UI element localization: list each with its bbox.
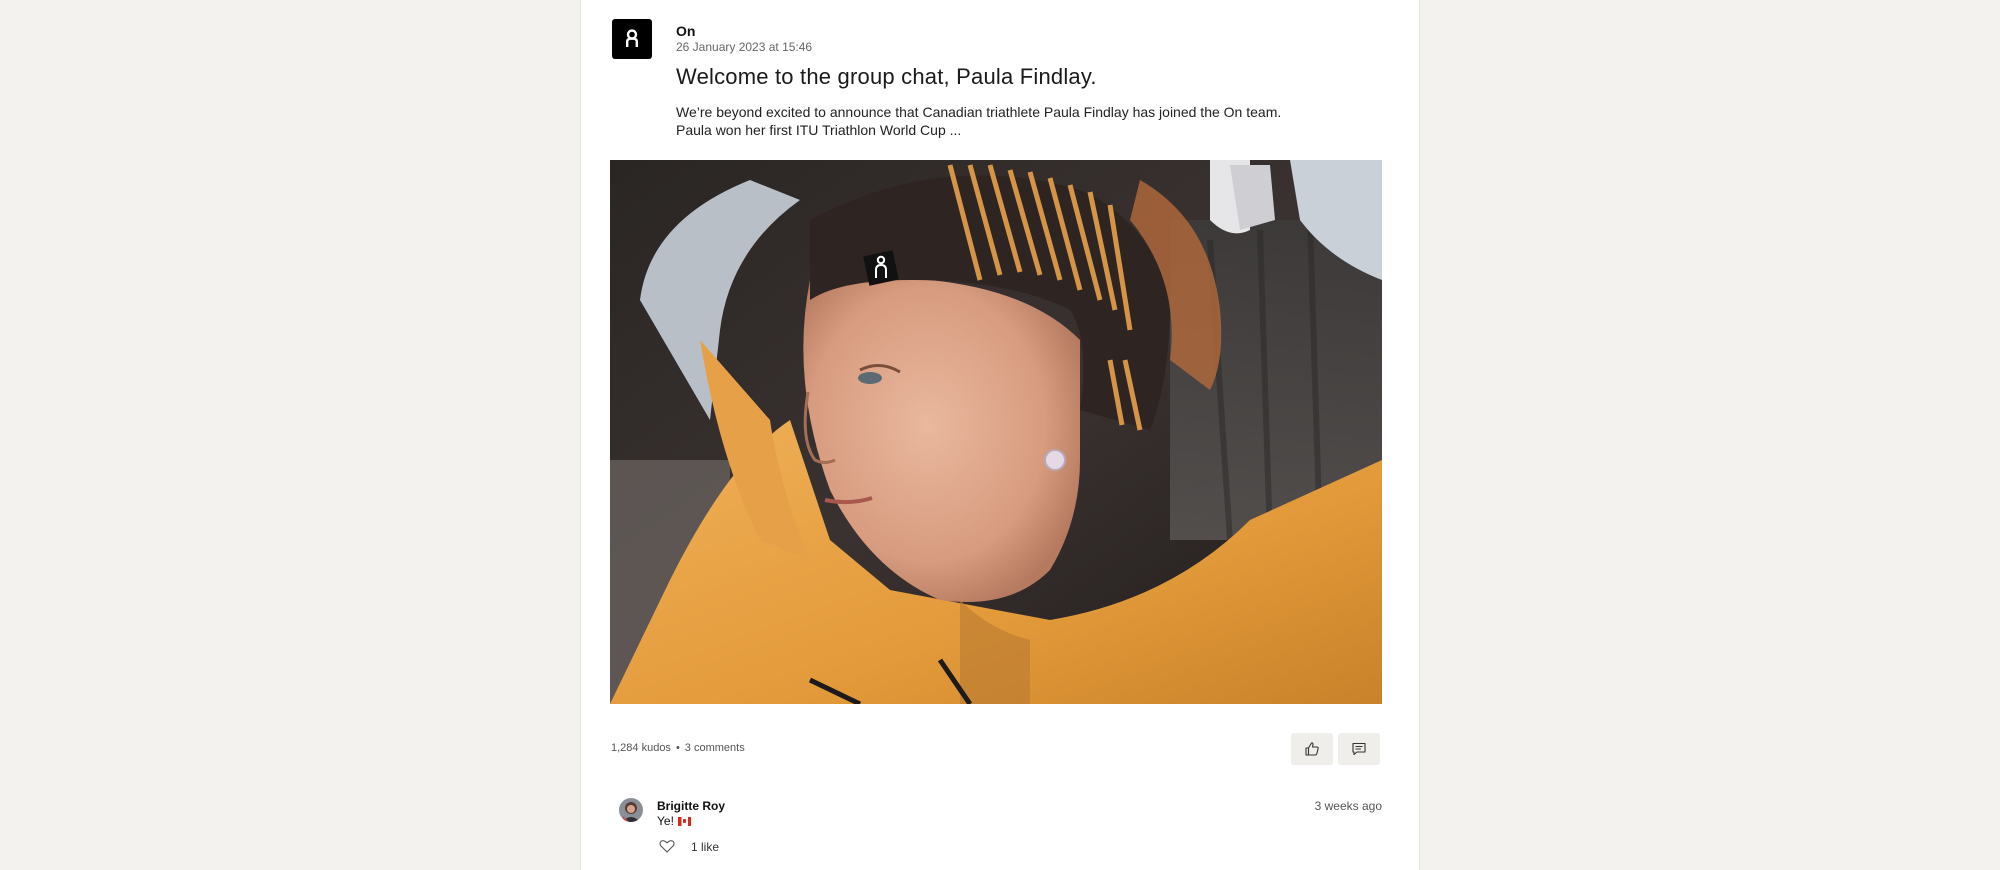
post-author[interactable]: On [676,23,695,39]
post-card: On 26 January 2023 at 15:46 Welcome to t… [580,0,1420,870]
post-excerpt: We’re beyond excited to announce that Ca… [676,103,1336,139]
post-stats: 1,284 kudos • 3 comments [611,742,745,754]
comment-item: Brigitte Roy Ye! 3 weeks ago 1 like [581,793,1404,870]
kudos-count[interactable]: 1,284 kudos [611,742,671,754]
on-logo-icon [626,29,638,47]
stats-separator: • [675,742,680,754]
post-title[interactable]: Welcome to the group chat, Paula Findlay… [676,64,1097,90]
commenter-name[interactable]: Brigitte Roy [657,799,725,813]
comment-count[interactable]: 3 comments [685,742,745,754]
post-excerpt-line: Paula won her first ITU Triathlon World … [676,122,962,138]
post-hero-image[interactable] [610,160,1382,704]
post-container: On 26 January 2023 at 15:46 Welcome to t… [581,3,1404,870]
comment-button[interactable] [1338,733,1380,765]
brand-avatar[interactable] [612,19,652,59]
commenter-avatar[interactable] [619,798,643,822]
post-excerpt-line: We’re beyond excited to announce that Ca… [676,104,1282,120]
avatar-image [619,798,643,822]
kudos-button[interactable] [1291,733,1333,765]
thumbs-up-icon [1305,742,1319,756]
comment-text: Ye! [657,814,691,828]
heart-icon[interactable] [659,839,675,853]
comment-like-count[interactable]: 1 like [691,840,719,854]
canada-flag-icon [677,816,691,826]
comment-body: Ye! [657,814,674,828]
comment-time: 3 weeks ago [1314,799,1382,813]
post-date: 26 January 2023 at 15:46 [676,40,813,54]
athlete-photo [610,160,1382,704]
comment-icon [1352,742,1366,756]
